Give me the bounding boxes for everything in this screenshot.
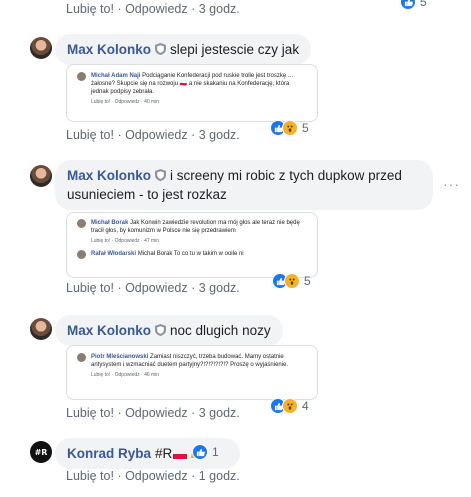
- separator: ·: [113, 281, 126, 295]
- screenshot-author: Piotr Mleścianowski: [91, 354, 149, 360]
- separator: ·: [113, 2, 126, 16]
- comment-bubble: Max Kolonko noc dlugich nozy: [55, 315, 283, 346]
- separator: ·: [113, 128, 126, 142]
- reaction-count: 1: [212, 445, 219, 459]
- separator: ·: [113, 469, 126, 483]
- comment-actions-top: Lubię to! · Odpowiedz · 3 godz.: [66, 2, 240, 16]
- separator: ·: [113, 406, 126, 420]
- timestamp[interactable]: 3 godz.: [199, 406, 240, 420]
- timestamp[interactable]: 3 godz.: [199, 128, 240, 142]
- like-link[interactable]: Lubię to!: [66, 469, 114, 483]
- reply-link[interactable]: Odpowiedz: [125, 128, 188, 142]
- reaction-count: 4: [302, 399, 309, 413]
- separator: ·: [187, 406, 199, 420]
- screenshot-comment: Piotr Mleścianowski Zamiast niszczyć, tr…: [67, 346, 317, 386]
- like-link[interactable]: Lubię to!: [66, 281, 114, 295]
- like-link[interactable]: Lubię to!: [66, 2, 114, 16]
- avatar: [77, 353, 86, 362]
- screenshot-author: Rafał Włodarski: [91, 251, 137, 257]
- wow-reaction-icon: [284, 273, 300, 289]
- avatar: [77, 219, 86, 228]
- comment-text-line-2: usunieciem - to jest rozkaz: [67, 187, 227, 202]
- screenshot-text: Michał Borak To co tu w takim w ooile ni: [137, 251, 244, 257]
- comment-text: #R: [155, 446, 173, 461]
- avatar[interactable]: [30, 165, 52, 187]
- comment-bubble: Max Kolonko i screeny mi robic z tych dup…: [55, 160, 433, 210]
- screenshot-author: Michał Borak: [91, 220, 129, 226]
- avatar: [77, 72, 86, 81]
- screenshot-actions: Lubię to! · Odpowiedz · 47 min: [91, 238, 160, 244]
- reaction-count: 5: [302, 121, 309, 135]
- timestamp[interactable]: 3 godz.: [199, 281, 240, 295]
- separator: ·: [187, 281, 199, 295]
- wow-reaction-icon: [282, 120, 298, 136]
- reaction-count: 5: [304, 274, 311, 288]
- reply-link[interactable]: Odpowiedz: [125, 406, 188, 420]
- shield-icon: [155, 324, 167, 336]
- avatar: [77, 250, 86, 259]
- reply-link[interactable]: Odpowiedz: [125, 469, 188, 483]
- screenshot-actions: Lubię to! · Odpowiedz · 40 min: [91, 99, 160, 105]
- comment-text: slepi jestescie czy jak: [170, 42, 300, 57]
- like-reaction-icon: [192, 444, 208, 460]
- author-name[interactable]: Max Kolonko: [67, 42, 151, 57]
- comment-screenshot-image[interactable]: Piotr Mleścianowski Zamiast niszczyć, tr…: [66, 345, 318, 400]
- comment-actions: Lubię to! · Odpowiedz · 3 godz.: [66, 406, 240, 420]
- separator: ·: [187, 469, 199, 483]
- screenshot-comment: Michał Adam Naji Podciąganie Konfederacj…: [67, 65, 317, 113]
- reply-link[interactable]: Odpowiedz: [125, 2, 188, 16]
- avatar[interactable]: [30, 318, 52, 340]
- separator: ·: [187, 128, 199, 142]
- timestamp[interactable]: 1 godz.: [199, 469, 240, 483]
- comment-actions: Lubię to! · Odpowiedz · 3 godz.: [66, 128, 240, 142]
- shield-icon: [155, 169, 167, 181]
- reaction-count: 5: [420, 0, 427, 9]
- comment-text: noc dlugich nozy: [170, 323, 271, 338]
- reaction-summary[interactable]: 5: [270, 120, 309, 136]
- screenshot-comment: Michał Borak Jak Konwin zawiedzie revolu…: [67, 213, 317, 248]
- like-link[interactable]: Lubię to!: [66, 406, 114, 420]
- shield-icon: [155, 43, 167, 55]
- reply-link[interactable]: Odpowiedz: [125, 281, 188, 295]
- wow-reaction-icon: [282, 398, 298, 414]
- avatar[interactable]: #R: [30, 441, 52, 463]
- author-name[interactable]: Max Kolonko: [67, 168, 151, 183]
- timestamp[interactable]: 3 godz.: [199, 2, 240, 16]
- separator: ·: [187, 2, 199, 16]
- screenshot-actions: Lubię to! · Odpowiedz · 46 min: [91, 372, 160, 378]
- screenshot-reply: Rafał Włodarski Michał Borak To co tu w …: [67, 248, 317, 261]
- screenshot-author: Michał Adam Naji: [91, 73, 141, 79]
- reaction-summary[interactable]: 5: [400, 0, 427, 10]
- reaction-summary[interactable]: 4: [270, 398, 309, 414]
- author-name[interactable]: Konrad Ryba: [67, 446, 151, 461]
- author-name[interactable]: Max Kolonko: [67, 323, 151, 338]
- comment-screenshot-image[interactable]: Michał Borak Jak Konwin zawiedzie revolu…: [66, 212, 318, 278]
- more-options-icon[interactable]: ···: [443, 176, 460, 192]
- reaction-summary[interactable]: 5: [272, 273, 311, 289]
- comment-bubble: Max Kolonko slepi jestescie czy jak: [55, 34, 312, 65]
- avatar[interactable]: [30, 37, 52, 59]
- reaction-summary[interactable]: 1: [192, 444, 219, 460]
- comment-actions: Lubię to! · Odpowiedz · 1 godz.: [66, 469, 240, 483]
- like-link[interactable]: Lubię to!: [66, 128, 114, 142]
- poland-flag-icon: [173, 449, 188, 459]
- like-reaction-icon: [400, 0, 416, 10]
- comment-actions: Lubię to! · Odpowiedz · 3 godz.: [66, 281, 240, 295]
- comment-text-line-1: i screeny mi robic z tych dupkow przed: [170, 168, 402, 183]
- comment-screenshot-image[interactable]: Michał Adam Naji Podciąganie Konfederacj…: [66, 64, 318, 122]
